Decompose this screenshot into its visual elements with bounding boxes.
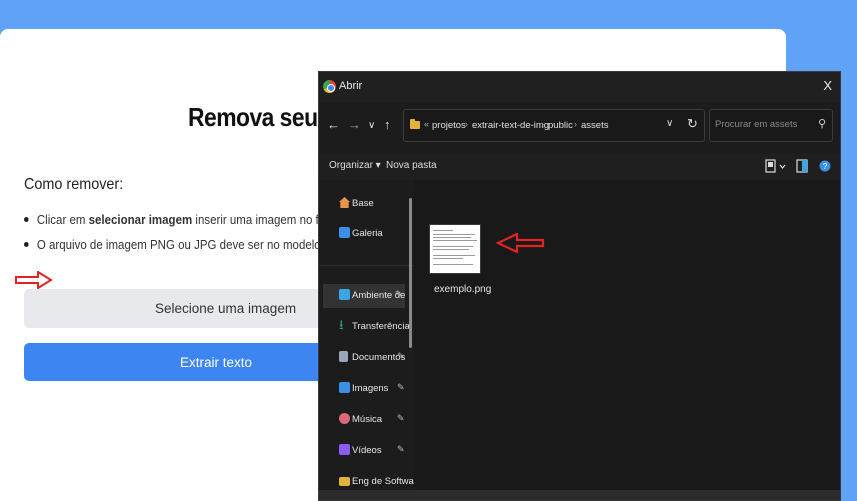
new-folder-button[interactable]: Nova pasta	[386, 160, 437, 171]
search-box[interactable]: ⚲	[709, 109, 833, 142]
sidebar-item-desktop[interactable]: Ambiente de ✎	[323, 284, 405, 308]
up-arrow-icon[interactable]: ↑	[384, 117, 391, 132]
chrome-icon	[323, 80, 336, 93]
documents-icon	[339, 351, 348, 362]
bullet-dot	[24, 217, 29, 223]
view-options-icon[interactable]	[765, 159, 787, 173]
music-icon	[339, 413, 350, 424]
file-open-dialog: Abrir X ← → ∨ ↑ « projetos › extrair-tex…	[318, 71, 841, 501]
navigation-pane: Base Galeria Ambiente de ✎ ⭳ Transferênc…	[319, 180, 423, 500]
pin-icon: ✎	[397, 413, 405, 423]
folder-icon	[339, 477, 350, 486]
pin-icon: ✎	[397, 444, 405, 454]
breadcrumb-separator: ›	[574, 119, 577, 129]
download-icon: ⭳	[339, 317, 344, 332]
command-bar: Organizar ▾ Nova pasta ?	[319, 154, 840, 180]
refresh-icon[interactable]: ↻	[687, 116, 698, 132]
breadcrumb-separator: ›	[541, 119, 544, 129]
how-to-title: Como remover:	[24, 176, 124, 193]
preview-pane-icon[interactable]	[796, 159, 808, 173]
pictures-icon	[339, 382, 350, 393]
dialog-titlebar: Abrir X	[319, 72, 840, 102]
dialog-title: Abrir	[339, 80, 363, 92]
gallery-icon	[339, 227, 350, 238]
help-icon[interactable]: ?	[819, 159, 831, 173]
breadcrumb-item[interactable]: extrair-text-de-img	[472, 120, 549, 131]
history-chevron-icon[interactable]: ∨	[368, 120, 375, 131]
organize-menu[interactable]: Organizar ▾	[329, 160, 381, 171]
file-thumbnail[interactable]	[429, 224, 481, 274]
breadcrumb-item[interactable]: projetos	[432, 120, 466, 131]
pin-icon: ✎	[395, 289, 403, 299]
address-bar[interactable]: « projetos › extrair-text-de-img › publi…	[403, 109, 705, 142]
search-icon[interactable]: ⚲	[818, 117, 826, 130]
sidebar-divider	[319, 265, 413, 266]
breadcrumb-separator: ›	[465, 119, 468, 129]
annotation-arrow-icon	[15, 271, 53, 289]
svg-text:?: ?	[823, 162, 828, 171]
desktop-icon	[339, 289, 350, 300]
home-icon	[339, 197, 350, 208]
sidebar-item-imagens[interactable]: Imagens ✎	[337, 377, 407, 401]
sidebar-item-galeria[interactable]: Galeria	[337, 222, 407, 246]
videos-icon	[339, 444, 350, 455]
folder-icon	[410, 119, 420, 129]
file-name[interactable]: exemplo.png	[434, 284, 491, 295]
bullet-dot	[24, 242, 29, 248]
chevron-down-icon[interactable]: ∨	[666, 118, 673, 129]
file-list-pane: exemplo.png	[414, 180, 840, 490]
sidebar-item-documentos[interactable]: Documentos ✎	[337, 346, 407, 370]
pin-icon: ✎	[397, 351, 405, 361]
search-input[interactable]	[715, 119, 811, 130]
dialog-footer	[319, 490, 840, 500]
breadcrumb-overflow[interactable]: «	[424, 119, 429, 129]
pin-icon: ✎	[397, 382, 405, 392]
annotation-arrow-icon	[495, 233, 545, 253]
sidebar-item-musica[interactable]: Música ✎	[337, 408, 407, 432]
sidebar-item-videos[interactable]: Vídeos ✎	[337, 439, 407, 463]
close-button[interactable]: X	[823, 78, 832, 93]
back-arrow-icon[interactable]: ←	[327, 117, 340, 132]
forward-arrow-icon[interactable]: →	[348, 117, 361, 132]
breadcrumb-item[interactable]: assets	[581, 120, 608, 131]
instruction-highlight: selecionar imagem	[88, 213, 193, 227]
sidebar-scrollbar[interactable]	[409, 198, 412, 348]
sidebar-item-base[interactable]: Base	[337, 192, 407, 216]
sidebar-item-transferencia[interactable]: ⭳ Transferência ✎	[337, 315, 423, 339]
breadcrumb-item[interactable]: public	[548, 120, 573, 131]
